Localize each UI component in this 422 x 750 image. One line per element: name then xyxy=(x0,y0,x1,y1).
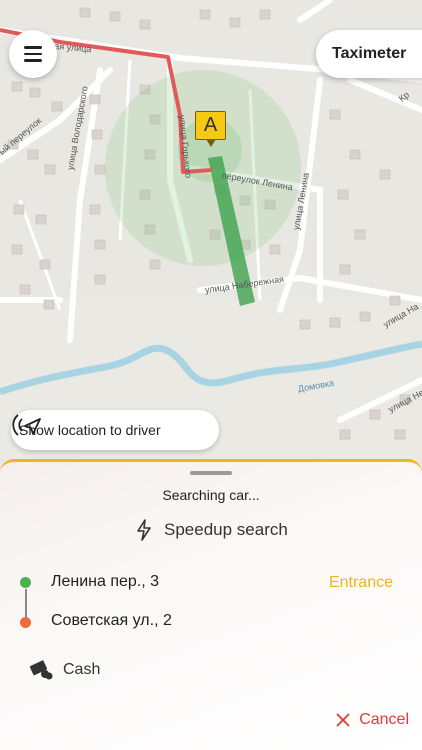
hamburger-icon xyxy=(24,46,42,49)
cash-icon xyxy=(29,660,53,680)
hamburger-icon-line xyxy=(24,59,42,62)
order-sheet: Searching car... Speedup search Ленина п… xyxy=(0,459,422,750)
payment-method[interactable]: Cash xyxy=(29,659,100,681)
show-location-button[interactable]: Show location to driver xyxy=(11,410,219,450)
location-broadcast-icon xyxy=(12,414,41,436)
cancel-button[interactable]: Cancel xyxy=(335,711,409,729)
payment-label: Cash xyxy=(63,661,101,678)
sheet-drag-handle[interactable] xyxy=(190,471,232,475)
pickup-pin[interactable]: A xyxy=(195,111,226,147)
hamburger-icon-line xyxy=(24,52,42,56)
entrance-button[interactable]: Entrance xyxy=(329,574,393,592)
destination-address[interactable]: Советская ул., 2 xyxy=(51,612,172,630)
start-point-dot xyxy=(20,577,31,588)
pickup-pin-label: A xyxy=(203,114,218,136)
taximeter-label: Taximeter xyxy=(332,45,407,62)
search-status: Searching car... xyxy=(162,487,260,503)
map-view[interactable]: улица Володарского переулок Ленина улица… xyxy=(0,0,422,480)
end-point-dot xyxy=(20,617,31,628)
pickup-address[interactable]: Ленина пер., 3 xyxy=(51,573,159,591)
taximeter-button[interactable]: Taximeter xyxy=(316,30,422,78)
close-icon xyxy=(336,713,350,727)
speedup-search-button[interactable]: Speedup search xyxy=(136,519,288,541)
lightning-icon xyxy=(137,519,151,541)
cancel-label: Cancel xyxy=(359,711,409,728)
menu-button[interactable] xyxy=(9,30,57,78)
speedup-label: Speedup search xyxy=(164,520,288,539)
